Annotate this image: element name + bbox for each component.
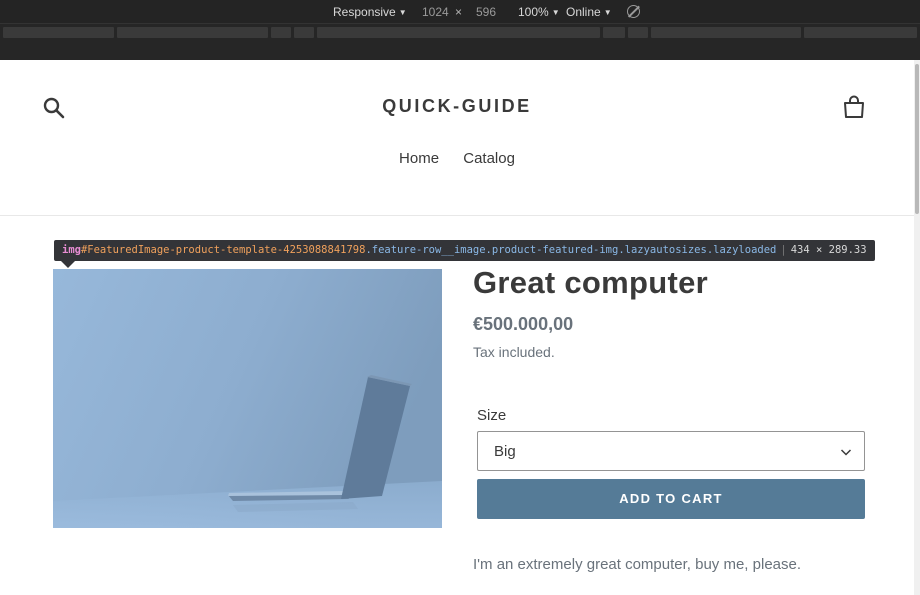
nav-item-catalog[interactable]: Catalog: [463, 150, 515, 167]
device-select[interactable]: Responsive ▼: [333, 5, 407, 20]
main-nav: Home Catalog: [0, 150, 914, 167]
media-query-segment[interactable]: [271, 27, 291, 38]
size-select[interactable]: Big: [477, 431, 865, 471]
product-title: Great computer: [473, 265, 709, 300]
inspector-separator: |: [780, 244, 787, 256]
media-query-segment[interactable]: [651, 27, 801, 38]
cart-icon[interactable]: [843, 95, 865, 119]
media-query-segment[interactable]: [804, 27, 917, 38]
media-query-bar: [0, 24, 920, 60]
scrollbar-thumb[interactable]: [915, 64, 919, 214]
size-select-value: Big: [494, 443, 516, 460]
inspector-tag: img: [62, 244, 81, 256]
inspector-tooltip: img#FeaturedImage-product-template-42530…: [54, 240, 875, 261]
inspector-id: #FeaturedImage-product-template-42530888…: [80, 244, 366, 256]
nav-item-home[interactable]: Home: [399, 150, 439, 167]
caret-down-icon: ▼: [551, 8, 560, 17]
media-query-segment[interactable]: [317, 27, 600, 38]
page-viewport: QUICK-GUIDE Home Catalog img#FeaturedIma…: [0, 60, 914, 595]
page-scrollbar[interactable]: [914, 60, 920, 595]
product-image[interactable]: [53, 269, 442, 528]
media-query-segment[interactable]: [117, 27, 268, 38]
store-title[interactable]: QUICK-GUIDE: [0, 96, 914, 117]
zoom-label: 100%: [518, 5, 549, 19]
inspector-tooltip-arrow: [61, 261, 75, 268]
viewport-width-input[interactable]: 1024: [422, 5, 449, 19]
media-query-segment[interactable]: [294, 27, 314, 38]
chevron-down-icon: [840, 449, 852, 456]
add-to-cart-button[interactable]: ADD TO CART: [477, 479, 865, 519]
product-price: €500.000,00: [473, 314, 574, 334]
dimension-separator: ×: [455, 5, 463, 19]
media-query-segment[interactable]: [3, 27, 114, 38]
zoom-select[interactable]: 100% ▼: [518, 5, 560, 20]
caret-down-icon: ▼: [603, 8, 612, 17]
viewport-height-input[interactable]: 596: [476, 5, 496, 19]
size-label: Size: [477, 407, 507, 424]
network-label: Online: [566, 5, 601, 19]
inspector-size: 434 × 289.33: [790, 244, 867, 256]
caret-down-icon: ▼: [398, 8, 407, 17]
rotate-icon[interactable]: [627, 5, 640, 18]
media-query-segment[interactable]: [603, 27, 625, 38]
header-divider: [0, 215, 914, 216]
inspector-classes: .feature-row__image.product-featured-img…: [365, 244, 777, 256]
device-label: Responsive: [333, 5, 396, 19]
network-throttle-select[interactable]: Online ▼: [566, 5, 612, 20]
product-description: I'm an extremely great computer, buy me,…: [473, 556, 802, 573]
tax-note: Tax included.: [473, 344, 555, 360]
devtools-toolbar: Responsive ▼ 1024 × 596 100% ▼ Online ▼: [0, 0, 920, 24]
media-query-segment[interactable]: [628, 27, 648, 38]
